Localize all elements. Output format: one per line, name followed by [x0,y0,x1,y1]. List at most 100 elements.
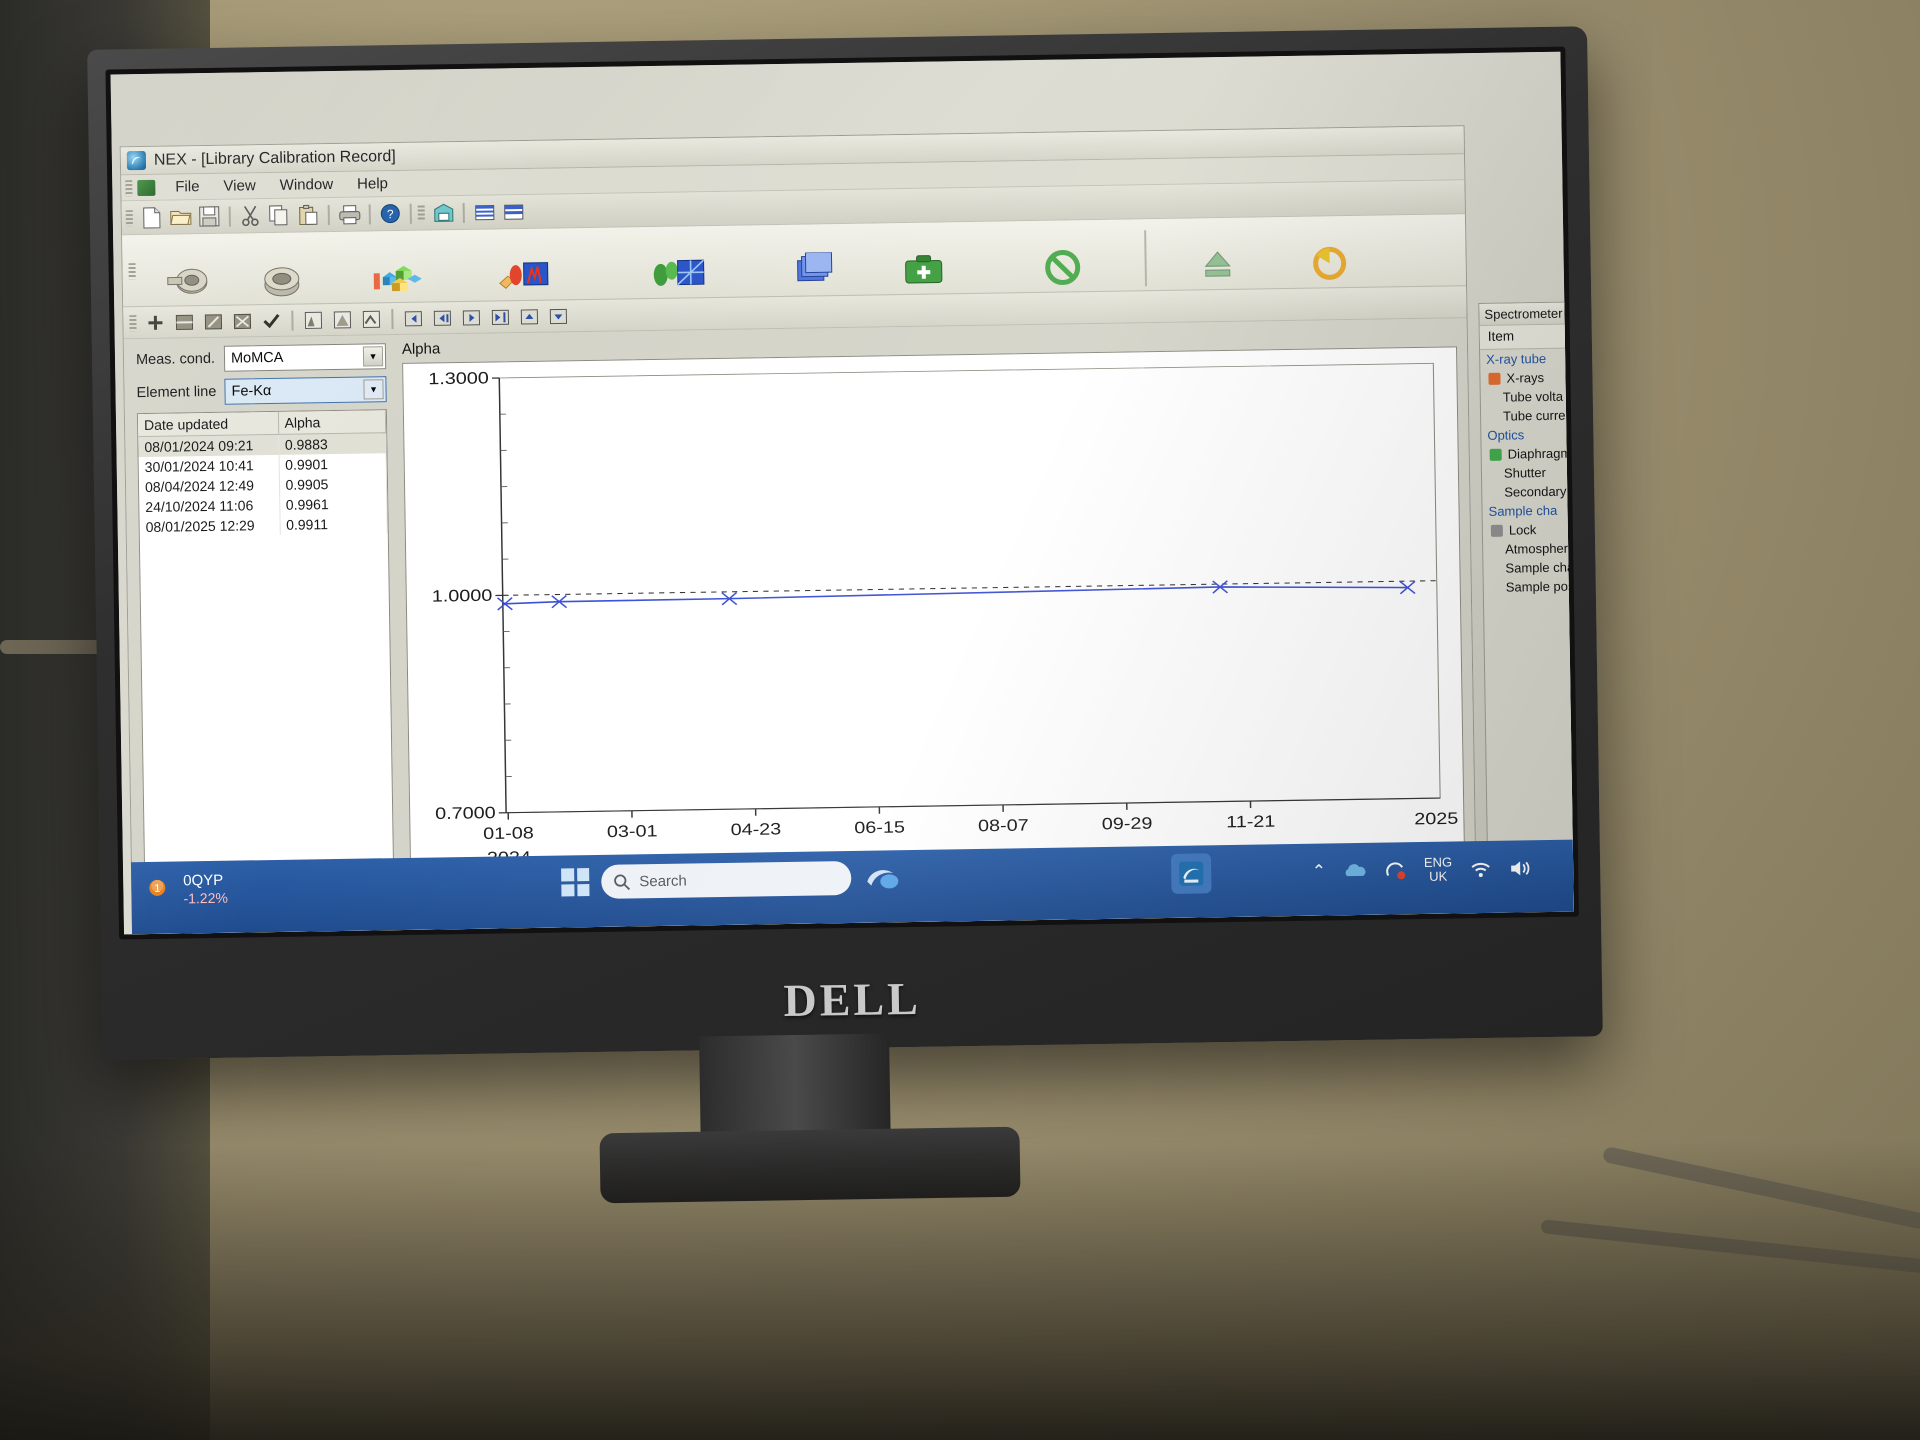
toolbar-button-empirical-application[interactable] [584,228,765,299]
graph-c-icon[interactable] [358,307,384,331]
status-row-label: Diaphragm [1507,445,1572,462]
module-toolbar-separator [1144,230,1148,287]
chevron-down-icon[interactable]: ▼ [362,346,384,367]
record-toolbar-grip[interactable] [129,314,137,331]
menu-view[interactable]: View [212,175,267,197]
status-row[interactable]: Sample cha [1482,499,1573,521]
y-tick-label: 1.0000 [432,586,493,605]
volume-icon[interactable] [1509,859,1531,877]
spectrometer-status-list: X-ray tube X-rays Tube volta Tube curre Opti… [1480,347,1574,597]
paste-icon[interactable] [295,202,322,228]
graph-a-icon[interactable] [300,308,326,332]
ez-analysis-icon [163,262,210,301]
fp-application-icon [497,257,549,296]
new-icon[interactable] [138,204,165,230]
status-row[interactable]: Lock [1483,518,1574,540]
language-indicator[interactable]: ENG UK [1424,855,1453,884]
chart-canvas[interactable]: 1.3000 1.0000 0.7000 01-08 03-01 04-23 06-15 08… [402,346,1466,876]
open-icon[interactable] [167,204,194,230]
add-record-icon[interactable] [142,310,168,334]
status-row[interactable]: X-ray tube [1480,347,1574,369]
menu-help[interactable]: Help [346,173,399,195]
status-row[interactable]: Diaphragm [1482,442,1574,464]
menu-file[interactable]: File [164,176,210,198]
confirm-record-icon[interactable] [258,308,284,332]
status-row[interactable]: Sample cha [1483,556,1574,578]
delete-record-icon[interactable] [200,309,226,333]
nav-up-icon[interactable] [516,304,542,328]
help-icon[interactable]: ? [377,200,404,226]
print-icon[interactable] [336,201,363,227]
nex-application-window: NEX - [Library Calibration Record] File … [119,125,1478,935]
cancel-record-icon[interactable] [229,309,255,333]
nav-down-icon[interactable] [545,304,571,328]
toolbar-button-data-processing[interactable] [328,233,457,303]
toolbar-button-analysis[interactable] [233,235,329,304]
status-row[interactable]: X-rays [1480,366,1574,388]
chevron-down-icon-2[interactable]: ▼ [363,379,384,400]
cut-icon[interactable] [237,203,264,229]
status-row[interactable]: Tube volta [1481,385,1574,407]
cell-date: 08/01/2025 12:29 [139,514,280,538]
library-icon[interactable] [430,200,457,226]
nav-first-icon[interactable] [400,306,426,330]
copilot-icon[interactable] [863,861,901,894]
copy-icon[interactable] [266,202,293,228]
column-alpha[interactable]: Alpha [277,410,386,435]
nav-next-icon[interactable] [458,305,484,329]
column-date-updated[interactable]: Date updated [137,411,279,437]
toolbar-button-maintenance[interactable] [859,225,988,295]
save-icon[interactable] [196,203,223,229]
toolbar-grip[interactable] [125,209,133,226]
status-row[interactable]: Tube curre [1481,404,1574,426]
menu-window[interactable]: Window [269,174,345,196]
toolbar-button-fp-application[interactable] [456,231,585,301]
onedrive-icon[interactable] [1344,862,1366,880]
toolbar-button-standby[interactable] [1281,219,1377,288]
taskbar-app-nex[interactable] [1170,853,1212,894]
nav-last-icon[interactable] [487,305,513,329]
svg-text:1: 1 [154,882,160,894]
window-title: NEX - [Library Calibration Record] [153,147,396,169]
wifi-icon[interactable] [1470,860,1491,877]
status-row[interactable]: Secondary [1482,480,1574,502]
edit-record-icon[interactable] [171,310,197,334]
status-row-label: Optics [1487,427,1525,443]
chevron-up-icon[interactable]: ⌃ [1312,861,1327,881]
status-row[interactable]: Atmospher [1483,537,1574,559]
module-toolbar-grip[interactable] [128,262,136,279]
toolbar-button-ez-analysis[interactable] [138,237,234,306]
nav-prev-icon[interactable] [429,306,455,330]
window-body: Meas. cond. MoMCA ▼ Element line Fe-Kα ▼… [123,318,1476,915]
notification-icon[interactable] [1384,860,1406,880]
status-row[interactable]: Sample pos [1484,575,1574,597]
toolbar-button-utility[interactable] [764,227,860,296]
taskbar-center: Search [561,860,901,899]
list-row-icon[interactable] [500,198,527,224]
plot-frame [498,362,1441,814]
search-input[interactable]: Search [601,860,852,899]
monitor-brand: DELL [783,972,922,1027]
cell-alpha: 0.9961 [279,493,387,515]
status-row[interactable]: Optics [1481,423,1574,445]
toolbar-grip-2[interactable] [417,205,425,222]
status-row[interactable]: Shutter [1482,461,1574,483]
taskbar-widget-stock[interactable]: 1 0QYP -1.22% [145,871,228,907]
x-tick-label: 09-29 [1102,814,1153,833]
weather-icon: 1 [149,879,166,896]
cell-alpha: 0.9883 [278,432,387,455]
x-tick-label: 04-23 [730,820,781,839]
windows-start-icon[interactable] [561,868,590,897]
graph-b-icon[interactable] [329,307,355,331]
meas-cond-select[interactable]: MoMCA ▼ [223,343,387,372]
list-blue-icon[interactable] [471,199,498,225]
table-row[interactable]: 08/01/2025 12:29 0.9911 [139,513,388,538]
menu-grip[interactable] [125,179,133,196]
toolbar-button-startup-shutdown[interactable] [987,222,1138,292]
status-row-label: Lock [1508,522,1537,538]
status-row-label: Shutter [1503,464,1547,481]
calibration-records-grid[interactable]: Date updated Alpha 08/01/2024 09:21 0.98 [136,409,395,912]
document-icon [137,179,156,196]
element-line-select[interactable]: Fe-Kα ▼ [224,376,387,405]
x-axis-end-year: 2025 [1414,809,1458,828]
